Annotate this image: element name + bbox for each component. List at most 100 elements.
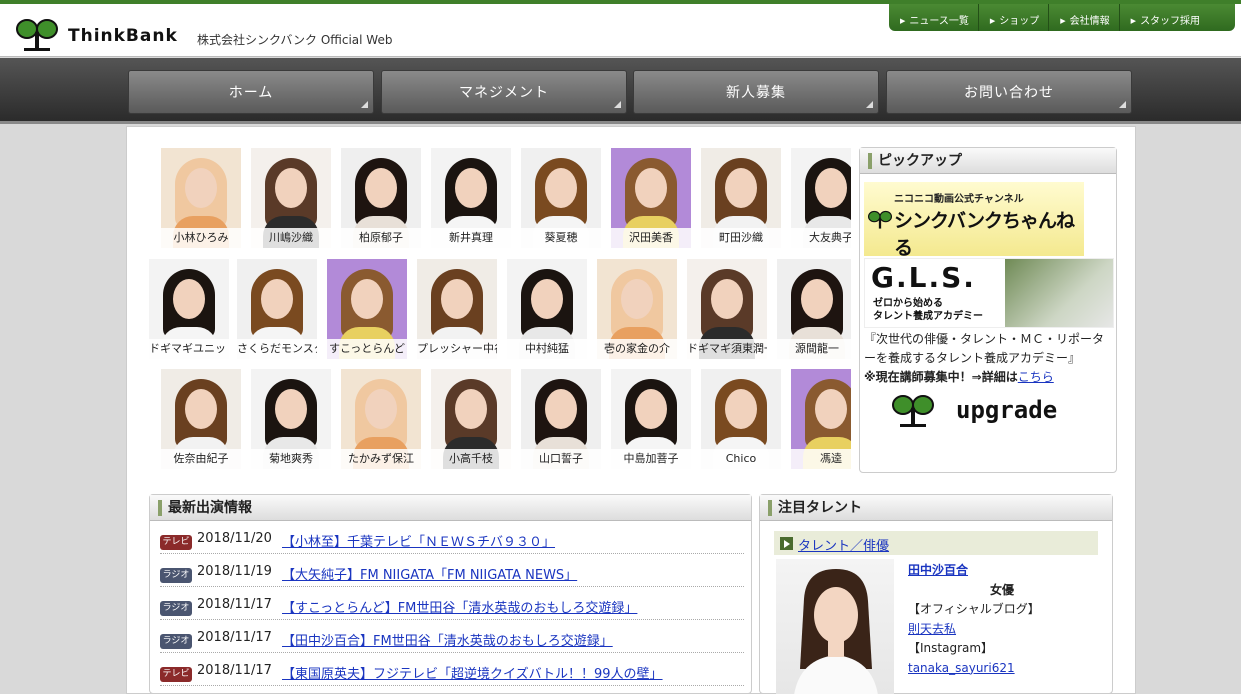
gls-subtitle: ゼロから始める タレント養成アカデミー <box>873 297 983 323</box>
news-date: 2018/11/17 <box>197 663 272 678</box>
details-link[interactable]: こちら <box>1018 370 1054 384</box>
blog-link[interactable]: 則天去私 <box>908 620 1108 640</box>
pickup-panel: ピックアップ ニコニコ動画公式チャンネル シンクバンクちゃんねる G.L.S. … <box>859 147 1117 473</box>
category-bar[interactable]: タレント／俳優 <box>774 531 1098 555</box>
logo-tree-icon[interactable] <box>16 18 58 52</box>
talent-tile[interactable]: 菊地爽秀 <box>251 369 331 469</box>
nav-home-button[interactable]: ホーム <box>128 70 374 114</box>
talent-name: 佐奈由紀子 <box>161 449 241 469</box>
nav-management-button[interactable]: マネジメント <box>381 70 627 114</box>
news-row: ラジオ 2018/11/19 【大矢純子】FM NIIGATA「FM NIIGATA… <box>160 554 744 587</box>
photo-face <box>815 389 847 429</box>
talent-name: 町田沙織 <box>701 228 781 248</box>
talent-tile[interactable]: たかみず保江 <box>341 369 421 469</box>
photo-face <box>351 279 383 319</box>
talent-tile[interactable]: 新井真理 <box>431 148 511 248</box>
photo-face <box>545 389 577 429</box>
news-row: ラジオ 2018/11/17 【すこっとらんど】FM世田谷「清水英哉のおもしろ交遊録… <box>160 587 744 620</box>
talent-tile[interactable]: 源間龍一 <box>777 259 851 359</box>
photo-face <box>365 168 397 208</box>
pickup-heading: ピックアップ <box>860 148 1116 174</box>
news-title-link[interactable]: 【田中沙百合】FM世田谷「清水英哉のおもしろ交遊録」 <box>282 630 613 649</box>
talent-tile[interactable]: 壱の家金の介 <box>597 259 677 359</box>
talent-row: 佐奈由紀子 菊地爽秀 たかみず保江 小高千枝 山口誓子 中島加菩子 Chico 馮逵 <box>149 369 851 469</box>
category-link[interactable]: タレント／俳優 <box>798 535 889 554</box>
news-title-link[interactable]: 【小林至】千葉テレビ「ＮＥＷＳチバ９３０」 <box>282 531 555 550</box>
photo-face <box>635 168 667 208</box>
photo-face <box>635 389 667 429</box>
featured-talent-panel: 注目タレント タレント／俳優 田中沙百合 女優 【オフィシャルブログ】 則天去私… <box>759 494 1113 694</box>
gls-title: G.L.S. <box>871 261 976 294</box>
talent-tile[interactable]: すこっとらんど <box>327 259 407 359</box>
media-type-badge: ラジオ <box>160 568 192 583</box>
talent-name: 大友典子 <box>791 228 851 248</box>
talent-name: Chico <box>701 449 781 469</box>
photo-face <box>261 279 293 319</box>
gls-subtitle-line2: タレント養成アカデミー <box>873 311 983 322</box>
news-title-link[interactable]: 【すこっとらんど】FM世田谷「清水英哉のおもしろ交遊録」 <box>282 597 637 616</box>
media-type-badge: テレビ <box>160 535 192 550</box>
nico-banner-title: シンクバンクちゃんねる <box>894 210 1075 259</box>
gls-academy-banner[interactable]: G.L.S. ゼロから始める タレント養成アカデミー <box>864 258 1114 328</box>
upgrade-banner[interactable]: upgrade <box>864 386 1084 436</box>
talent-name: すこっとらんど <box>327 339 407 359</box>
talent-tile[interactable]: 小高千枝 <box>431 369 511 469</box>
talent-name: 菊地爽秀 <box>251 449 331 469</box>
news-heading: 最新出演情報 <box>150 495 751 521</box>
talent-tile[interactable]: プレッシャー中谷 <box>417 259 497 359</box>
play-icon <box>780 537 793 550</box>
talent-tile[interactable]: さくらだモンスター <box>237 259 317 359</box>
talent-tile[interactable]: 大友典子 <box>791 148 851 248</box>
talent-name: 小林ひろみ <box>161 228 241 248</box>
pickup-notice: ※現在講師募集中！⇒詳細はこちら <box>864 368 1114 387</box>
nico-channel-banner[interactable]: ニコニコ動画公式チャンネル シンクバンクちゃんねる <box>864 182 1084 259</box>
photo-face <box>173 279 205 319</box>
portrait-image <box>794 569 878 694</box>
talent-tile[interactable]: Chico <box>701 369 781 469</box>
instagram-link[interactable]: tanaka_sayuri621 <box>908 659 1108 679</box>
photo-face <box>185 389 217 429</box>
talent-tile[interactable]: 中島加菩子 <box>611 369 691 469</box>
talent-grid: 小林ひろみ 川嶋沙織 柏原郁子 新井真理 葵夏穂 沢田美香 町田沙織 大友典子ドギマギユニット… <box>149 148 851 470</box>
pickup-desc-text: 『次世代の俳優・タレント・ＭＣ・リポーターを養成するタレント養成アカデミー』 <box>864 332 1105 365</box>
photo-face <box>545 168 577 208</box>
top-link-news[interactable]: ニュース一覧 <box>889 4 979 31</box>
photo-face <box>275 168 307 208</box>
talent-tile[interactable]: 柏原郁子 <box>341 148 421 248</box>
company-name: 株式会社シンクバンク Official Web <box>197 33 393 47</box>
news-title-link[interactable]: 【大矢純子】FM NIIGATA「FM NIIGATA NEWS」 <box>282 564 577 583</box>
talent-tile[interactable]: 小林ひろみ <box>161 148 241 248</box>
media-type-badge: ラジオ <box>160 634 192 649</box>
talent-name: 馮逵 <box>791 449 851 469</box>
talent-tile[interactable]: 山口誓子 <box>521 369 601 469</box>
logo-tree-icon <box>892 395 934 427</box>
top-link-shop[interactable]: ショップ <box>979 4 1050 31</box>
talent-tile[interactable]: 葵夏穂 <box>521 148 601 248</box>
talent-tile[interactable]: ドギマギ須東潤一 <box>687 259 767 359</box>
photo-face <box>711 279 743 319</box>
nav-recruitment-button[interactable]: 新人募集 <box>633 70 879 114</box>
talent-name: ドギマギユニット <box>149 339 229 359</box>
talent-tile[interactable]: 中村純猛 <box>507 259 587 359</box>
news-title-link[interactable]: 【東国原英夫】フジテレビ「超逆境クイズバトル！！99人の壁」 <box>282 663 663 682</box>
talent-tile[interactable]: 川嶋沙織 <box>251 148 331 248</box>
talent-name: 山口誓子 <box>521 449 601 469</box>
news-panel: 最新出演情報 テレビ 2018/11/20 【小林至】千葉テレビ「ＮＥＷＳチバ９３０… <box>149 494 752 694</box>
talent-name-link[interactable]: 田中沙百合 <box>908 561 1108 581</box>
talent-name: プレッシャー中谷 <box>417 339 497 359</box>
top-link-company[interactable]: 会社情報 <box>1049 4 1120 31</box>
logo-text[interactable]: ThinkBank <box>68 26 178 46</box>
talent-tile[interactable]: ドギマギユニット <box>149 259 229 359</box>
talent-tile[interactable]: 町田沙織 <box>701 148 781 248</box>
featured-talent-photo[interactable] <box>776 559 894 694</box>
news-date: 2018/11/19 <box>197 564 272 579</box>
photo-face <box>621 279 653 319</box>
featured-heading: 注目タレント <box>760 495 1112 521</box>
talent-tile[interactable]: 馮逵 <box>791 369 851 469</box>
talent-tile[interactable]: 佐奈由紀子 <box>161 369 241 469</box>
top-link-recruit[interactable]: スタッフ採用 <box>1120 4 1209 31</box>
nav-contact-button[interactable]: お問い合わせ <box>886 70 1132 114</box>
talent-tile[interactable]: 沢田美香 <box>611 148 691 248</box>
top-utility-nav: ニュース一覧 ショップ 会社情報 スタッフ採用 <box>889 4 1235 31</box>
nico-banner-subtitle: ニコニコ動画公式チャンネル <box>894 194 1024 205</box>
